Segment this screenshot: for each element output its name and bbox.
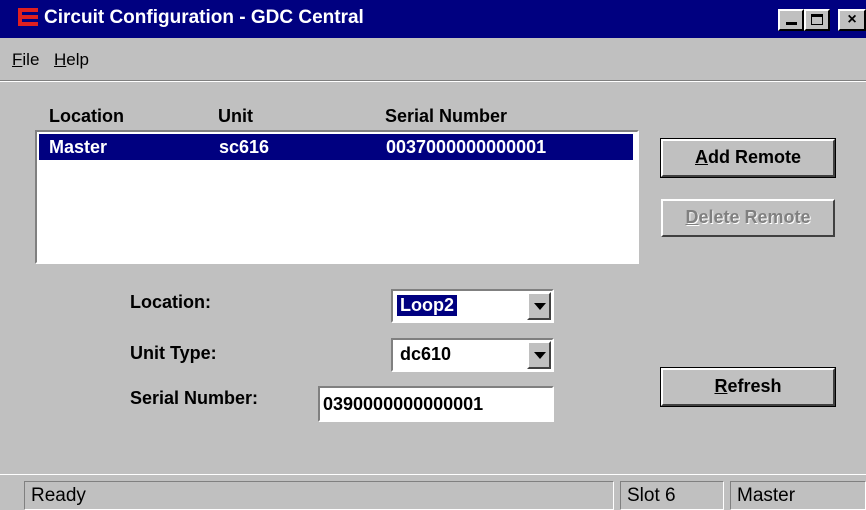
- menu-file-label: ile: [22, 50, 40, 69]
- status-mode: Master: [730, 481, 866, 510]
- delete-remote-label: elete Remote: [698, 207, 811, 227]
- minimize-icon: [786, 22, 797, 25]
- menu-file[interactable]: File: [12, 50, 39, 70]
- serial-number-label: Serial Number:: [130, 388, 259, 408]
- menu-file-accel: F: [12, 50, 23, 69]
- delete-remote-button: Delete Remote: [661, 199, 835, 237]
- chevron-down-icon[interactable]: [527, 292, 551, 320]
- unit-type-label: Unit Type:: [130, 343, 217, 363]
- unit-type-dropdown[interactable]: dc610: [391, 338, 554, 372]
- refresh-button[interactable]: Refresh: [660, 367, 836, 407]
- column-header-serial-number: Serial Number: [385, 106, 508, 126]
- refresh-accel: R: [714, 376, 728, 396]
- menu-help-accel: H: [54, 50, 67, 69]
- app-icon[interactable]: [18, 8, 38, 30]
- column-header-unit: Unit: [218, 106, 253, 126]
- menu-help-label: elp: [66, 50, 89, 69]
- close-icon: ×: [847, 11, 857, 28]
- title-bar[interactable]: Circuit Configuration - GDC Central ×: [0, 0, 866, 38]
- menu-divider: [0, 80, 866, 82]
- refresh-label: efresh: [727, 376, 782, 396]
- list-item-unit: sc616: [219, 137, 270, 157]
- add-remote-label: dd Remote: [707, 147, 801, 167]
- status-slot: Slot 6: [620, 481, 724, 510]
- location-label: Location:: [130, 292, 211, 312]
- list-item[interactable]: Master sc616 0037000000000001: [39, 134, 633, 160]
- delete-remote-accel: D: [685, 207, 699, 227]
- add-remote-button[interactable]: Add Remote: [660, 138, 836, 178]
- serial-number-field[interactable]: 0390000000000001: [318, 386, 554, 422]
- status-bar: Ready Slot 6 Master: [0, 474, 866, 510]
- location-value: Loop2: [396, 294, 458, 317]
- menu-bar: File Help: [0, 44, 866, 74]
- window-title: Circuit Configuration - GDC Central: [44, 7, 364, 28]
- list-item-serial: 0037000000000001: [386, 137, 547, 157]
- maximize-button[interactable]: [804, 9, 830, 31]
- close-button[interactable]: ×: [838, 9, 866, 31]
- list-item-location: Master: [49, 137, 108, 157]
- maximize-icon: [811, 14, 823, 25]
- status-message: Ready: [24, 481, 614, 510]
- chevron-down-icon[interactable]: [527, 341, 551, 369]
- location-dropdown[interactable]: Loop2: [391, 289, 554, 323]
- remote-list[interactable]: Master sc616 0037000000000001: [35, 130, 639, 264]
- unit-type-value: dc610: [400, 344, 452, 364]
- add-remote-accel: A: [694, 147, 708, 167]
- column-header-location: Location: [49, 106, 124, 126]
- menu-help[interactable]: Help: [54, 50, 89, 70]
- minimize-button[interactable]: [778, 9, 804, 31]
